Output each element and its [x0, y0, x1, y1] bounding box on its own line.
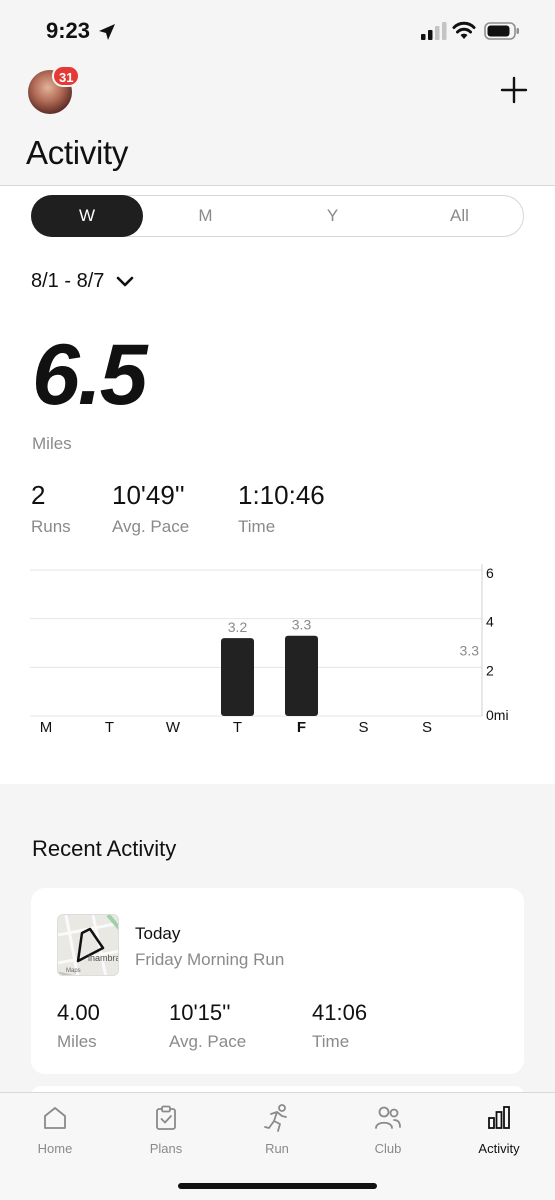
- chart-bar: [285, 635, 318, 716]
- tab-label: Activity: [478, 1141, 520, 1156]
- card-stat-pace: 10'15'' Avg. Pace: [169, 1000, 246, 1052]
- tab-label: Plans: [149, 1141, 183, 1156]
- stat-label: Miles: [57, 1032, 97, 1051]
- location-arrow-icon: [99, 24, 115, 40]
- segment-month[interactable]: M: [142, 196, 269, 236]
- home-icon: [44, 1107, 66, 1129]
- clipboard-icon: [156, 1105, 176, 1130]
- chart-x-tick-label: W: [166, 719, 181, 736]
- segment-all[interactable]: All: [396, 196, 523, 236]
- header: 31 Activity: [0, 62, 555, 186]
- notification-badge: 31: [52, 65, 81, 87]
- activity-date: Today: [135, 924, 181, 943]
- card-stat-time: 41:06 Time: [312, 1000, 367, 1052]
- home-indicator[interactable]: [178, 1183, 377, 1189]
- period-segmented-control: W M Y All: [31, 195, 524, 237]
- chart-reference-label: 3.3: [460, 643, 480, 659]
- stat-value: 4.00: [57, 1000, 100, 1025]
- stat-value: 2: [31, 480, 46, 510]
- chart-data-label: 3.2: [228, 619, 248, 635]
- tab-club[interactable]: Club: [338, 1103, 438, 1156]
- chart-x-tick-label: S: [422, 719, 432, 736]
- chart-y-tick-label: 2: [486, 662, 494, 678]
- cellular-signal-icon: [421, 22, 447, 40]
- stat-value: 10'49'': [112, 480, 185, 510]
- add-icon[interactable]: [498, 74, 530, 106]
- card-stat-distance: 4.00 Miles: [57, 1000, 100, 1052]
- wifi-icon: [452, 21, 476, 39]
- chart-bar: [221, 638, 254, 716]
- stat-label: Time: [238, 517, 276, 536]
- section-title: Recent Activity: [32, 836, 177, 861]
- chart-y-tick-label: 4: [486, 614, 494, 630]
- chart-x-tick-label: T: [233, 719, 242, 736]
- stat-value: 41:06: [312, 1000, 368, 1025]
- stat-time: 1:10:46 Time: [238, 480, 325, 537]
- tab-home[interactable]: Home: [5, 1103, 105, 1156]
- map-place-label: lhambra: [88, 953, 119, 963]
- bar-chart-icon: [488, 1106, 510, 1129]
- stat-value: 1:10:46: [238, 480, 325, 510]
- page-title: Activity: [26, 134, 129, 171]
- stat-runs: 2 Runs: [31, 480, 71, 537]
- tab-activity[interactable]: Activity: [449, 1103, 549, 1156]
- stat-value: 10'15'': [169, 1000, 231, 1025]
- distance-unit: Miles: [32, 434, 72, 453]
- date-range-label: 8/1 - 8/7: [31, 270, 105, 292]
- recent-activity-section: Recent Activity lhambra Maps Today Frida…: [0, 784, 555, 1096]
- stat-label: Time: [312, 1032, 350, 1051]
- weekly-distance-chart: 0mi 2 4 6 M T W 3.2 T 3.3 F S S 3.3: [30, 564, 509, 736]
- status-time: 9:23: [46, 18, 91, 43]
- chart-y-tick-label: 6: [486, 565, 494, 581]
- activity-card[interactable]: lhambra Maps Today Friday Morning Run 4.…: [31, 888, 524, 1074]
- stat-label: Runs: [31, 517, 71, 536]
- date-range-selector[interactable]: 8/1 - 8/7: [31, 270, 134, 293]
- chart-data-label: 3.3: [292, 617, 312, 633]
- activity-name: Friday Morning Run: [135, 950, 285, 969]
- route-map-thumbnail: lhambra Maps: [57, 914, 119, 976]
- maps-attribution: Maps: [66, 968, 81, 974]
- chart-x-tick-label: F: [297, 719, 306, 736]
- chart-x-tick-label: S: [358, 719, 368, 736]
- tab-label: Run: [265, 1141, 289, 1156]
- total-distance: 6.5: [32, 327, 148, 423]
- tab-run[interactable]: Run: [227, 1103, 327, 1156]
- stat-label: Avg. Pace: [112, 517, 190, 536]
- battery-icon: [484, 22, 519, 40]
- people-icon: [375, 1106, 401, 1129]
- stat-avg-pace: 10'49'' Avg. Pace: [112, 480, 189, 537]
- tab-label: Home: [37, 1141, 73, 1156]
- segment-year[interactable]: Y: [269, 196, 396, 236]
- stat-label: Avg. Pace: [169, 1032, 247, 1051]
- tab-plans[interactable]: Plans: [116, 1103, 216, 1156]
- segment-week[interactable]: W: [31, 195, 143, 237]
- route-map-icon: lhambra Maps: [58, 915, 119, 975]
- status-bar: 9:23: [0, 0, 555, 62]
- tab-label: Club: [374, 1141, 402, 1156]
- chart-x-tick-label: M: [40, 719, 53, 736]
- chevron-down-icon: [117, 276, 134, 286]
- chart-x-tick-label: T: [105, 719, 114, 736]
- runner-icon: [264, 1104, 287, 1132]
- chart-y-tick-label: 0mi: [486, 707, 509, 723]
